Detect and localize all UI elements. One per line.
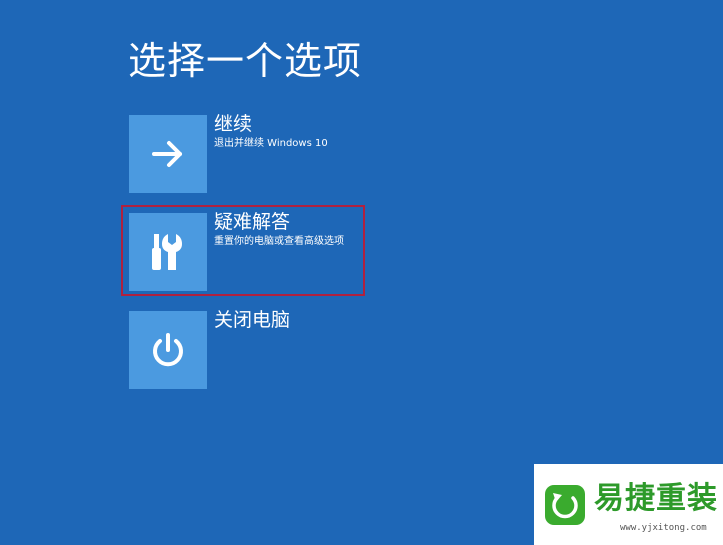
option-continue-label: 继续	[214, 113, 253, 135]
option-troubleshoot-description: 重置你的电脑或查看高级选项	[214, 236, 344, 247]
option-continue-description: 退出并继续 Windows 10	[214, 138, 328, 149]
tools-icon	[152, 234, 182, 270]
watermark-url: www.yjxitong.com	[620, 523, 707, 533]
option-continue[interactable]: 继续 退出并继续 Windows 10	[129, 113, 449, 193]
power-icon	[153, 333, 183, 367]
option-troubleshoot-tile[interactable]	[129, 213, 207, 291]
option-shutdown-label: 关闭电脑	[214, 309, 291, 331]
page-title: 选择一个选项	[128, 39, 363, 83]
arrow-right-icon	[152, 141, 182, 167]
watermark: 易捷重装 www.yjxitong.com	[534, 464, 723, 545]
option-troubleshoot[interactable]: 疑难解答 重置你的电脑或查看高级选项	[129, 211, 449, 291]
watermark-name: 易捷重装	[594, 481, 718, 516]
option-troubleshoot-label: 疑难解答	[214, 211, 291, 233]
option-shutdown[interactable]: 关闭电脑	[129, 309, 449, 389]
option-continue-tile[interactable]	[129, 115, 207, 193]
refresh-logo-icon	[545, 485, 585, 525]
option-shutdown-tile[interactable]	[129, 311, 207, 389]
